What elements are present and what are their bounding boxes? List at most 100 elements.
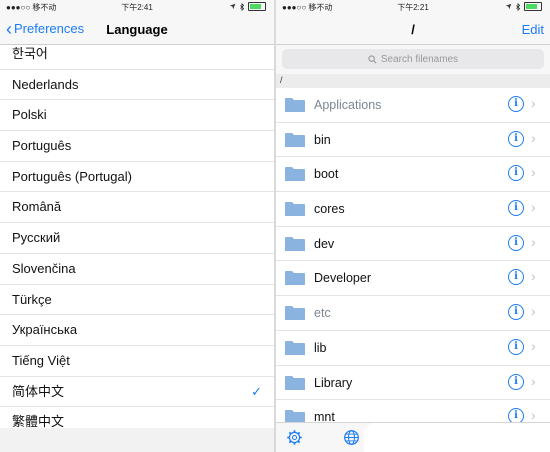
language-label: Português	[12, 138, 72, 154]
chevron-right-icon: ›	[531, 407, 536, 424]
file-name: etc	[314, 306, 331, 321]
language-list: 한국어 Nederlands Polski Português Português (P…	[0, 39, 274, 438]
file-name: boot	[314, 167, 339, 182]
folder-icon	[284, 166, 306, 187]
language-label: Română	[12, 199, 62, 215]
gear-icon[interactable]	[286, 429, 303, 451]
file-name: dev	[314, 236, 335, 251]
file-row[interactable]: Developer i ›	[276, 261, 550, 297]
chevron-right-icon: ›	[531, 199, 536, 216]
page-title: /	[411, 22, 415, 37]
file-name: Developer	[314, 271, 371, 286]
chevron-left-icon: ‹	[6, 18, 12, 39]
file-row[interactable]: etc i ›	[276, 296, 550, 331]
edit-button[interactable]: Edit	[522, 22, 544, 37]
list-footer	[0, 428, 274, 452]
chevron-right-icon: ›	[531, 233, 536, 250]
language-label: Polski	[12, 107, 47, 123]
location-icon	[229, 3, 236, 10]
folder-icon	[284, 340, 306, 361]
search-area: Search filenames	[276, 45, 550, 74]
folder-icon	[284, 97, 306, 118]
file-row[interactable]: cores i ›	[276, 192, 550, 227]
language-row[interactable]: Polski	[0, 100, 274, 132]
language-row[interactable]: Română	[0, 192, 274, 224]
language-row[interactable]: Tiếng Việt	[0, 346, 274, 377]
info-icon[interactable]: i	[508, 373, 524, 390]
file-list: Applications i › bin i › boot i › cores i › dev i › Dev…	[276, 88, 550, 435]
language-row[interactable]: Nederlands	[0, 70, 274, 101]
file-row[interactable]: bin i ›	[276, 123, 550, 158]
language-label: Українська	[12, 322, 78, 338]
file-name: Library	[314, 375, 353, 390]
language-row[interactable]: Português	[0, 131, 274, 162]
navigation-bar: / Edit	[276, 14, 550, 45]
language-label: Tiếng Việt	[12, 352, 70, 368]
file-row[interactable]: boot i ›	[276, 157, 550, 193]
language-label: Slovenčina	[12, 260, 76, 276]
file-row[interactable]: dev i ›	[276, 227, 550, 262]
chevron-right-icon: ›	[531, 337, 536, 354]
language-row[interactable]: Українська	[0, 315, 274, 346]
search-input[interactable]: Search filenames	[282, 49, 544, 69]
file-row[interactable]: Library i ›	[276, 366, 550, 401]
file-name: cores	[314, 202, 345, 217]
file-row[interactable]: lib i ›	[276, 331, 550, 366]
info-icon[interactable]: i	[508, 304, 524, 321]
bluetooth-icon	[516, 2, 521, 11]
current-path: /	[280, 75, 283, 85]
language-label: Nederlands	[12, 76, 79, 92]
chevron-right-icon: ›	[531, 268, 536, 285]
language-row[interactable]: Português (Portugal)	[0, 162, 274, 193]
status-bar: ●●●○○ 移不动 下午2:41	[0, 0, 274, 14]
file-name: lib	[314, 340, 327, 355]
language-row[interactable]: 한국어	[0, 39, 274, 70]
info-icon[interactable]: i	[508, 130, 524, 147]
language-panel: ●●●○○ 移不动 下午2:41 ‹ Preferences Language …	[0, 0, 274, 452]
chevron-right-icon: ›	[531, 129, 536, 146]
checkmark-icon: ✓	[251, 383, 262, 399]
language-label: Русский	[12, 230, 61, 246]
info-icon[interactable]: i	[508, 165, 524, 182]
info-icon[interactable]: i	[508, 200, 524, 217]
language-row[interactable]: Русский	[0, 223, 274, 254]
back-button-label: Preferences	[14, 21, 85, 36]
folder-icon	[284, 236, 306, 257]
folder-icon	[284, 305, 306, 326]
info-icon[interactable]: i	[508, 269, 524, 286]
tab-bar	[276, 422, 550, 452]
language-label: Português (Portugal)	[12, 168, 132, 184]
language-row[interactable]: 简体中文 ✓	[0, 377, 274, 408]
chevron-right-icon: ›	[531, 95, 536, 111]
info-icon[interactable]: i	[508, 96, 524, 112]
file-name: bin	[314, 132, 331, 147]
chevron-right-icon: ›	[531, 372, 536, 389]
watermark-overlay	[364, 423, 550, 452]
chevron-right-icon: ›	[531, 164, 536, 181]
file-name: Applications	[314, 98, 382, 112]
language-label: 繁體中文	[12, 414, 65, 430]
folder-icon	[284, 375, 306, 396]
location-icon	[505, 3, 512, 10]
back-button[interactable]: ‹ Preferences	[6, 18, 85, 39]
folder-icon	[284, 201, 306, 222]
info-icon[interactable]: i	[508, 234, 524, 251]
folder-icon	[284, 132, 306, 153]
status-bar: ●●●○○ 移不动 下午2:21	[276, 0, 550, 14]
language-row[interactable]: Slovenčina	[0, 254, 274, 285]
file-row[interactable]: Applications i ›	[276, 88, 550, 123]
battery-icon	[524, 2, 542, 11]
globe-icon[interactable]	[343, 429, 360, 451]
search-placeholder: Search filenames	[380, 53, 459, 65]
folder-icon	[284, 270, 306, 291]
language-label: Türkçe	[12, 291, 52, 307]
language-label: 简体中文	[12, 383, 65, 399]
info-icon[interactable]: i	[508, 338, 524, 355]
chevron-right-icon: ›	[531, 303, 536, 320]
language-label: 한국어	[12, 46, 48, 61]
language-row[interactable]: Türkçe	[0, 285, 274, 316]
path-bar: /	[276, 74, 550, 88]
search-icon	[368, 54, 377, 64]
bluetooth-icon	[240, 2, 245, 11]
battery-icon	[248, 2, 266, 11]
